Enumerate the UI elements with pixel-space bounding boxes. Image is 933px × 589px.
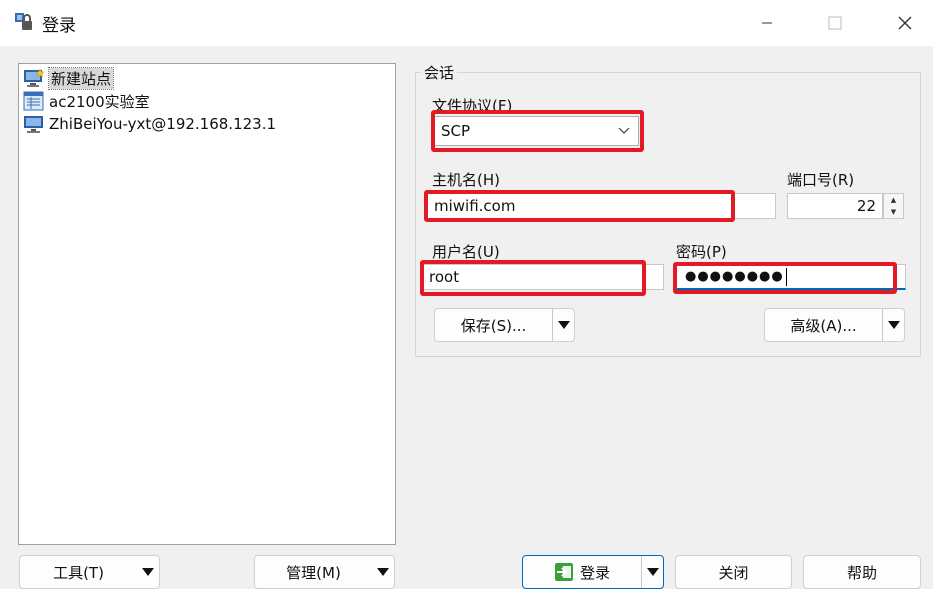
password-value: ●●●●●●●● xyxy=(685,269,784,284)
maximize-icon xyxy=(828,16,842,30)
spin-up-icon[interactable]: ▲ xyxy=(884,194,903,206)
close-button[interactable]: 关闭 xyxy=(675,555,792,589)
tree-item-label: ac2100实验室 xyxy=(49,92,150,111)
caret-down-icon xyxy=(377,568,389,576)
host-input[interactable]: miwifi.com xyxy=(425,193,776,219)
caret-down-icon xyxy=(887,321,900,329)
minimize-icon xyxy=(762,22,772,24)
login-button-content: 登录 xyxy=(523,562,641,583)
login-dropdown[interactable] xyxy=(641,556,663,588)
tools-button[interactable]: 工具(T) xyxy=(19,555,160,589)
port-value: 22 xyxy=(856,197,876,215)
login-button-label: 登录 xyxy=(579,563,610,582)
tools-dropdown[interactable] xyxy=(137,556,159,588)
session-group-title: 会话 xyxy=(421,62,458,83)
close-icon xyxy=(898,16,912,30)
tools-button-label: 工具(T) xyxy=(53,563,104,582)
login-arrow-icon xyxy=(554,563,573,581)
manage-button[interactable]: 管理(M) xyxy=(254,555,395,589)
chevron-down-icon xyxy=(618,127,630,134)
monitor-icon xyxy=(24,116,43,133)
close-button-label: 关闭 xyxy=(718,563,749,582)
port-label: 端口号(R) xyxy=(787,171,855,189)
winscp-lock-icon xyxy=(15,13,32,30)
manage-dropdown[interactable] xyxy=(372,556,394,588)
manage-button-label: 管理(M) xyxy=(286,563,341,582)
save-button-label: 保存(S)... xyxy=(460,316,527,335)
advanced-button-label: 高级(A)... xyxy=(790,316,857,335)
password-input[interactable]: ●●●●●●●● xyxy=(676,264,906,290)
tree-item-zhibeiyou[interactable]: ZhiBeiYou-yxt@192.168.123.1 xyxy=(23,113,276,135)
close-window-button[interactable] xyxy=(882,8,928,38)
host-value: miwifi.com xyxy=(434,197,516,215)
site-tree[interactable]: 新建站点 ac2100实验室 ZhiBeiYou-yxt@192.168.123… xyxy=(18,63,396,545)
spin-down-icon[interactable]: ▼ xyxy=(884,206,903,218)
host-label: 主机名(H) xyxy=(432,171,500,189)
tree-item-new-site[interactable]: 新建站点 xyxy=(23,66,115,90)
username-input[interactable]: root xyxy=(420,264,664,290)
text-caret xyxy=(785,267,787,286)
user-label: 用户名(U) xyxy=(432,243,500,261)
username-value: root xyxy=(429,268,460,286)
caret-down-icon xyxy=(142,568,154,576)
window-title: 登录 xyxy=(42,16,76,36)
port-spinner[interactable]: ▲ ▼ xyxy=(883,193,904,219)
maximize-button[interactable] xyxy=(812,8,858,38)
tree-item-label: ZhiBeiYou-yxt@192.168.123.1 xyxy=(49,115,277,133)
tree-item-label: 新建站点 xyxy=(47,66,115,90)
tree-item-ac2100[interactable]: ac2100实验室 xyxy=(23,90,150,112)
help-button[interactable]: 帮助 xyxy=(803,555,921,589)
title-bar: 登录 xyxy=(0,0,933,46)
protocol-value: SCP xyxy=(441,122,471,140)
save-button[interactable]: 保存(S)... xyxy=(434,308,575,342)
protocol-label: 文件协议(F) xyxy=(432,97,513,115)
new-site-monitor-icon xyxy=(24,68,45,87)
password-label: 密码(P) xyxy=(676,243,727,261)
caret-down-icon xyxy=(557,321,570,329)
folder-list-icon xyxy=(23,91,44,111)
protocol-select[interactable]: SCP xyxy=(432,116,639,146)
minimize-button[interactable] xyxy=(744,8,790,38)
caret-down-icon xyxy=(646,568,659,576)
dialog-body: 新建站点 ac2100实验室 ZhiBeiYou-yxt@192.168.123… xyxy=(0,46,933,589)
save-dropdown[interactable] xyxy=(552,309,574,341)
help-button-label: 帮助 xyxy=(846,563,877,582)
advanced-dropdown[interactable] xyxy=(882,309,904,341)
login-button[interactable]: 登录 xyxy=(522,555,664,589)
advanced-button[interactable]: 高级(A)... xyxy=(764,308,905,342)
port-input[interactable]: 22 xyxy=(787,193,883,219)
